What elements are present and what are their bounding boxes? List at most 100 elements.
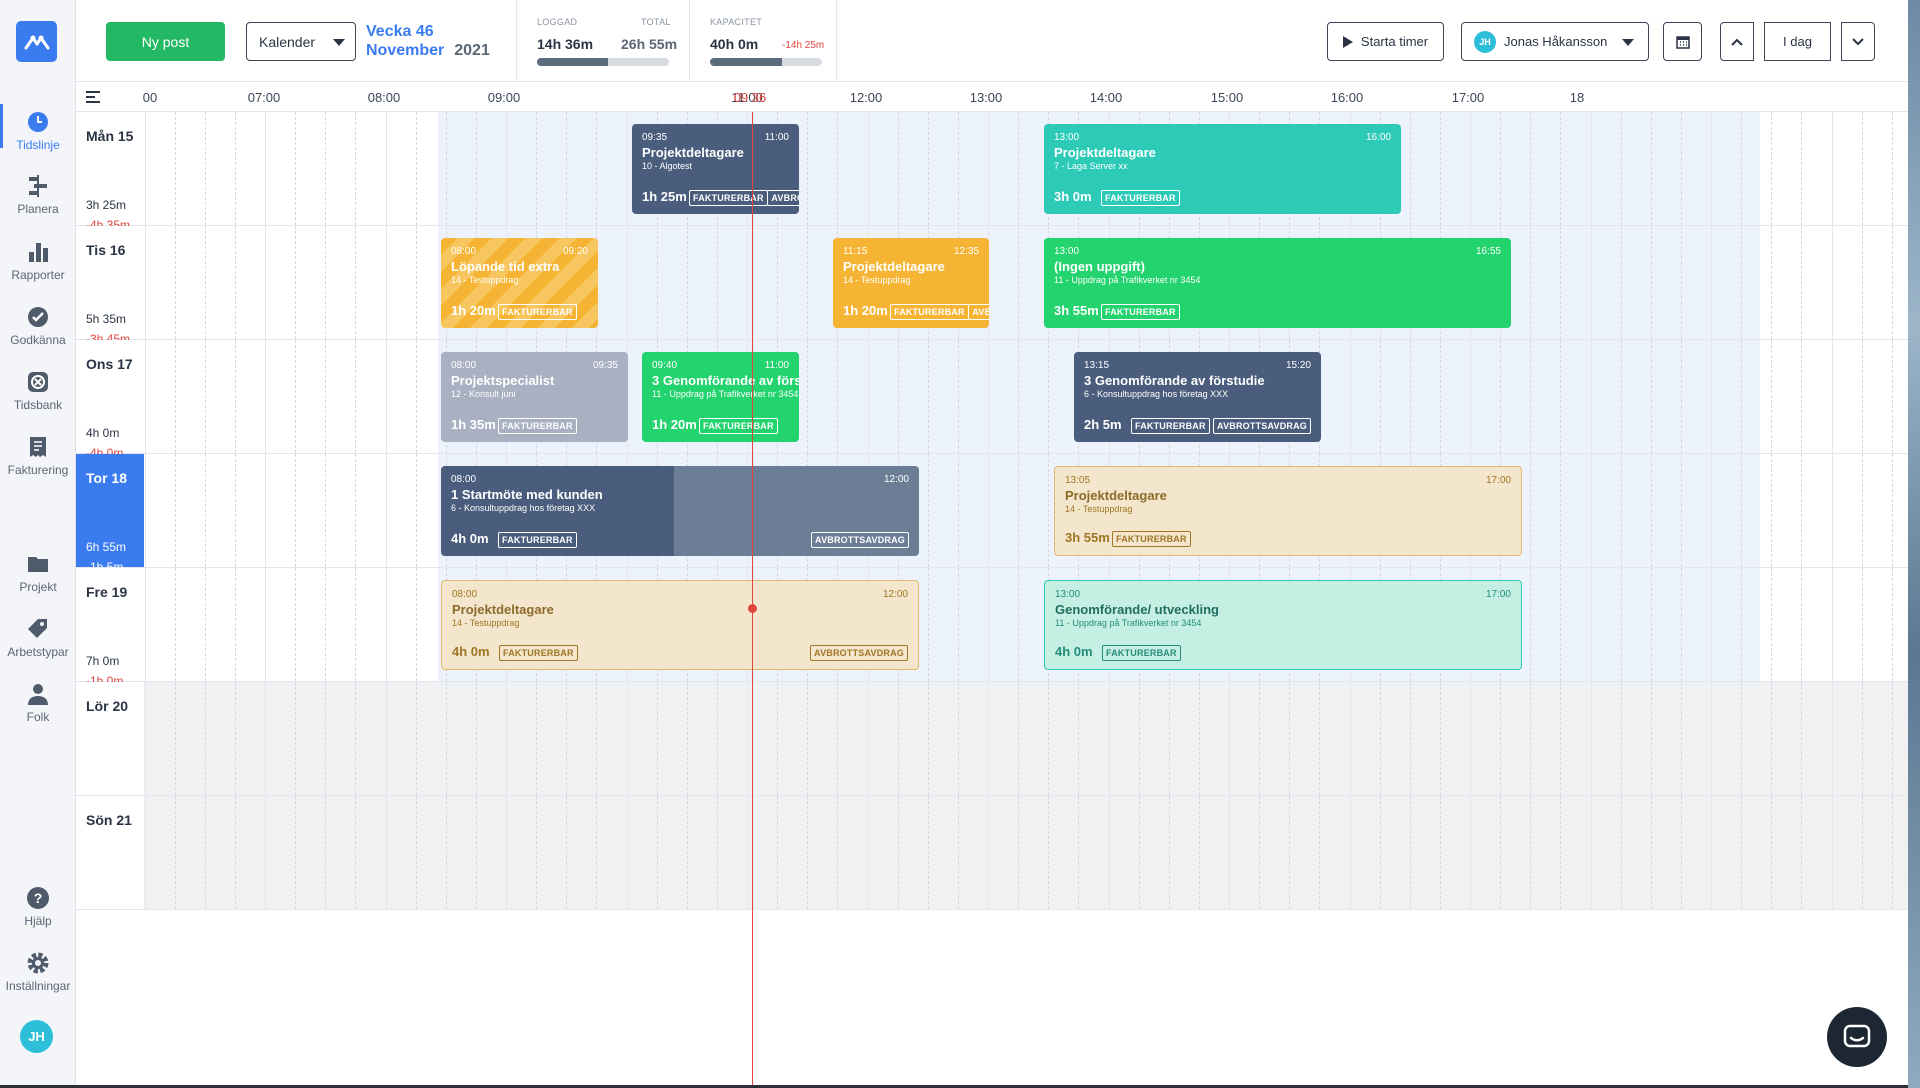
day-row[interactable] [144,340,1908,454]
quarter-gridline [1771,340,1772,453]
day-row[interactable] [144,796,1908,910]
sidebar-item-label: Fakturering [7,463,69,477]
quarter-gridline [355,226,356,339]
sidebar-item-projekt[interactable]: Projekt [0,552,76,594]
quarter-gridline [295,112,296,225]
sidebar-item-planera[interactable]: Planera [0,174,76,216]
quarter-gridline [837,796,838,909]
time-entry[interactable]: 09:35 11:00 Projektdeltagare 10 - Algotest 1… [632,124,799,214]
quarter-gridline [1771,796,1772,909]
quarter-gridline [958,454,959,567]
hour-gridline [1832,226,1833,339]
collapse-list-icon[interactable] [86,91,100,103]
time-entry[interactable]: 08:00 09:35 Projektspecialist 12 - Konsult … [441,352,628,442]
day-row[interactable] [144,568,1908,682]
quarter-gridline [416,682,417,795]
app-logo[interactable] [16,21,57,62]
time-entry[interactable]: 08:00 12:00 Projektdeltagare 14 - Testuppdr… [441,580,919,670]
chat-button[interactable] [1827,1007,1887,1067]
quarter-gridline [1801,340,1802,453]
sidebar-item-tidslinje[interactable]: Tidslinje [0,104,76,152]
sidebar-item-tidsbank[interactable]: Tidsbank [0,370,76,412]
total-label: TOTAL [641,17,671,27]
sidebar-item-installningar[interactable]: Inställningar [0,951,76,993]
time-entry[interactable]: 13:00 16:00 Projektdeltagare 7 - Laga Serve… [1044,124,1401,214]
hour-gridline [1350,682,1351,795]
quarter-gridline [1440,796,1441,909]
day-label-7[interactable]: Sön 21 [76,796,144,910]
time-entry[interactable]: 13:15 15:20 3 Genomförande av förstudie 6 -… [1074,352,1321,442]
entry-title: Projektdeltagare [452,602,554,617]
quarter-gridline [295,454,296,567]
today-button[interactable]: I dag [1764,22,1831,61]
previous-button[interactable] [1720,22,1754,61]
day-label-5[interactable]: Fre 19 7h 0m -1h 0m [76,568,144,688]
quarter-gridline [1560,226,1561,339]
quarter-gridline [1018,796,1019,909]
quarter-gridline [1892,454,1893,567]
day-row[interactable] [144,454,1908,568]
entry-duration: 3h 55m [1065,530,1110,545]
day-row[interactable] [144,226,1908,340]
day-label-1[interactable]: Mån 15 3h 25m -4h 35m [76,112,144,232]
next-button[interactable] [1841,22,1875,61]
time-entry[interactable]: 09:40 11:00 3 Genomförande av förstudie11 … [642,352,799,442]
entry-project: 14 - Testuppdrag [843,275,911,285]
quarter-gridline [566,682,567,795]
day-label-4[interactable]: Tor 18 6h 55m -1h 5m [76,454,144,574]
quarter-gridline [476,112,477,225]
time-entry[interactable]: 11:15 12:35 Projektdeltagare 14 - Testuppdr… [833,238,989,328]
hour-gridline [747,226,748,339]
day-row[interactable] [144,682,1908,796]
hour-gridline [627,796,628,909]
entry-tag: AVBROT [968,304,989,320]
quarter-gridline [325,454,326,567]
time-entry[interactable]: 08:00 09:20 Löpande tid extra 14 - Testuppd… [441,238,598,328]
quarter-gridline [1621,568,1622,681]
sidebar-item-rapporter[interactable]: Rapporter [0,240,76,282]
sidebar-item-godkanna[interactable]: Godkänna [0,305,76,347]
user-avatar[interactable]: JH [20,1020,53,1053]
quarter-gridline [476,682,477,795]
quarter-gridline [1771,226,1772,339]
day-sum: 5h 35m [86,312,127,326]
quarter-gridline [325,340,326,453]
day-sum: 3h 25m [86,198,127,212]
entry-tag: FAKTURERBAR [498,532,577,548]
quarter-gridline [958,796,959,909]
quarter-gridline [898,682,899,795]
sidebar-item-hjalp[interactable]: ? Hjälp [0,886,76,928]
user-select[interactable]: JH Jonas Håkansson [1461,22,1649,61]
time-entry[interactable]: 13:05 17:00 Projektdeltagare 14 - Testuppdr… [1054,466,1522,556]
quarter-gridline [1560,454,1561,567]
start-timer-button[interactable]: Starta timer [1327,22,1444,61]
time-entry[interactable]: 13:00 17:00 Genomförande/ utveckling 11 - U… [1044,580,1522,670]
day-label-2[interactable]: Tis 16 5h 35m -3h 45m [76,226,144,346]
quarter-gridline [205,568,206,681]
sidebar-item-folk[interactable]: Folk [0,682,76,724]
time-entry[interactable]: 08:00 12:00 1 Startmöte med kunden 6 - Kons… [441,466,919,556]
entry-project: 11 - Uppdrag på Trafikverket nr 3454 [1054,275,1201,285]
sidebar-item-fakturering[interactable]: Fakturering [0,435,76,477]
day-row[interactable] [144,112,1908,226]
day-label-6[interactable]: Lör 20 [76,682,144,796]
play-icon [1342,35,1353,48]
time-entry[interactable]: 13:00 16:55 (Ingen uppgift) 11 - Uppdrag på… [1044,238,1511,328]
quarter-gridline [837,112,838,225]
plan-icon [29,175,47,197]
quarter-gridline [1410,682,1411,795]
quarter-gridline [1681,226,1682,339]
hour-gridline [145,340,146,453]
quarter-gridline [928,340,929,453]
logged-label: LOGGAD [537,17,578,27]
hour-gridline [1832,454,1833,567]
entry-end: 15:20 [1285,360,1311,371]
day-label-3[interactable]: Ons 17 4h 0m -4h 0m [76,340,144,460]
day-name: Ons 17 [86,356,133,372]
date-picker-button[interactable] [1663,22,1702,61]
quarter-gridline [416,568,417,681]
hour-gridline [145,568,146,681]
new-post-button[interactable]: Ny post [106,22,225,61]
view-select[interactable]: Kalender [246,22,356,61]
sidebar-item-arbetstypar[interactable]: Arbetstypar [0,617,76,659]
